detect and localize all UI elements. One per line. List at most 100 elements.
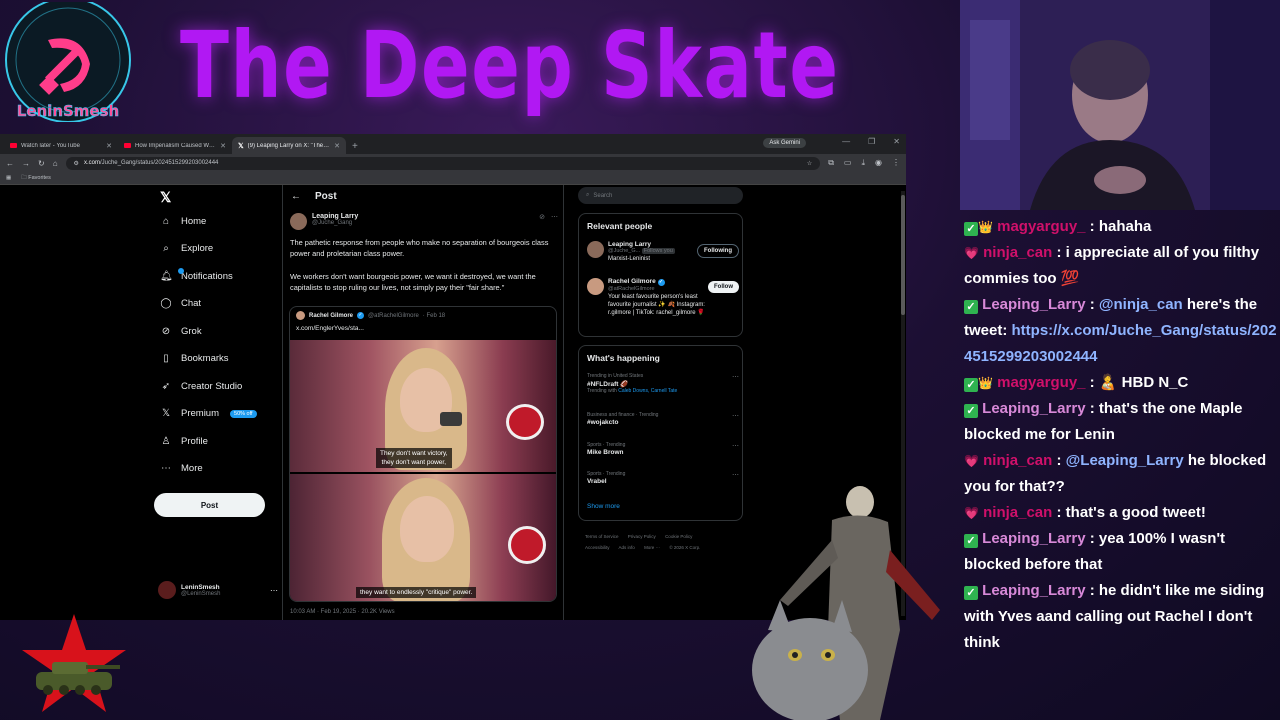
- nav-label: More: [181, 463, 203, 474]
- bell-icon: 🔔︎: [160, 268, 184, 282]
- author-name[interactable]: Leaping Larry: [312, 213, 358, 220]
- notification-dot: [178, 268, 184, 274]
- trend-item[interactable]: Trending in United States #NFLDraft 🏈 Tr…: [587, 373, 739, 394]
- author-handle[interactable]: @Juche_Gang: [312, 220, 358, 226]
- nav-premium[interactable]: 𝕏 Premium 50% off: [160, 408, 257, 419]
- quoted-tweet[interactable]: Rachel Gilmore ✓ @atRachelGilmore · Feb …: [289, 306, 557, 602]
- sidebar-icon[interactable]: ▭: [844, 158, 852, 168]
- scrollbar-thumb[interactable]: [901, 195, 905, 315]
- show-more-link[interactable]: Show more: [587, 503, 620, 510]
- lips-pillow: [508, 526, 546, 564]
- tab-imperialism-video[interactable]: How Imperialism Caused World... ✕: [118, 137, 232, 154]
- nav-home[interactable]: ⌂ Home: [160, 216, 206, 227]
- trend-item[interactable]: Sports · Trending Vrabel ⋯: [587, 471, 739, 485]
- more-icon[interactable]: ⋯: [732, 373, 739, 381]
- trend-title: #NFLDraft 🏈: [587, 381, 629, 388]
- star-icon[interactable]: ☆: [807, 160, 812, 167]
- chat-username[interactable]: Leaping_Larry: [982, 400, 1085, 417]
- quote-video-frame-2[interactable]: they want to endlessly "critique" power.: [290, 474, 556, 601]
- restore-icon[interactable]: ❐: [868, 137, 875, 146]
- chat-text: :: [1089, 296, 1099, 313]
- chat-username[interactable]: ninja_can: [983, 452, 1052, 469]
- lenin-and-cat-cutout: [752, 486, 940, 720]
- profile-icon[interactable]: ◉: [875, 158, 882, 168]
- footer-link[interactable]: Accessibility: [585, 545, 610, 550]
- footer-link[interactable]: Privacy Policy: [628, 534, 656, 539]
- minimize-icon[interactable]: —: [842, 137, 850, 146]
- heart-badge-icon: 💗: [964, 246, 979, 260]
- back-icon[interactable]: ←: [6, 159, 14, 168]
- nav-explore[interactable]: ⌕ Explore: [160, 243, 213, 254]
- trend-sub-link[interactable]: Caleb Downs, Carnell Tate: [618, 388, 677, 394]
- back-arrow-icon[interactable]: ←: [291, 191, 301, 202]
- nav-bookmarks[interactable]: ▯ Bookmarks: [160, 353, 228, 364]
- address-bar[interactable]: ⚙ x.com/Juche_Gang/status/20245152992030…: [65, 156, 821, 170]
- menu-icon[interactable]: ⋮: [892, 158, 900, 168]
- nav-grok[interactable]: ⊘ Grok: [160, 326, 202, 337]
- tab-x-post[interactable]: 𝕏 (9) Leaping Larry on X: "The pa... ✕: [232, 137, 346, 154]
- footer-link[interactable]: Terms of Service: [585, 534, 619, 539]
- bookmark-folder-favorites[interactable]: 🗀 Favorites: [21, 174, 51, 183]
- chat-username[interactable]: Leaping_Larry: [982, 582, 1085, 599]
- more-icon[interactable]: ⋯: [551, 213, 558, 221]
- new-tab-button[interactable]: +: [346, 141, 364, 154]
- caption-line: they don't want power,: [381, 459, 447, 466]
- x-logo-icon[interactable]: 𝕏: [160, 189, 171, 206]
- person-card[interactable]: Rachel Gilmore ✓ @atRachelGilmore Your l…: [587, 278, 739, 317]
- close-icon[interactable]: ✕: [220, 142, 226, 150]
- person-card[interactable]: Leaping Larry @Juche_G... Follows you Ma…: [587, 241, 739, 263]
- chat-mention[interactable]: @Leaping_Larry: [1066, 452, 1184, 469]
- chat-username[interactable]: Leaping_Larry: [982, 530, 1085, 547]
- grok-icon[interactable]: ⊘: [539, 213, 545, 221]
- bookmark-icon: ▯: [163, 353, 169, 364]
- nav-notifications[interactable]: 🔔︎ Notifications: [160, 268, 233, 282]
- tweet-timestamp[interactable]: 10:03 AM · Feb 19, 2025 · 20.2K Views: [290, 609, 395, 615]
- close-window-icon[interactable]: ✕: [893, 137, 900, 146]
- chat-username[interactable]: ninja_can: [983, 244, 1052, 261]
- more-icon[interactable]: ⋯: [270, 586, 278, 595]
- chat-username[interactable]: magyarguy_: [997, 374, 1085, 391]
- chat-username[interactable]: ninja_can: [983, 504, 1052, 521]
- tab-watch-later[interactable]: Watch later - YouTube ✕: [4, 137, 118, 154]
- nav-creator-studio[interactable]: ➶ Creator Studio: [160, 381, 242, 392]
- forward-icon[interactable]: →: [22, 159, 30, 168]
- chat-mention[interactable]: @ninja_can: [1099, 296, 1183, 313]
- download-icon[interactable]: ⤓: [861, 158, 865, 168]
- panel-title: What's happening: [587, 353, 660, 363]
- chat-username[interactable]: Leaping_Larry: [982, 296, 1085, 313]
- footer-link[interactable]: Ads info: [619, 545, 635, 550]
- more-icon[interactable]: ⋯: [732, 442, 739, 450]
- more-icon[interactable]: ⋯: [732, 412, 739, 420]
- close-icon[interactable]: ✕: [334, 142, 340, 150]
- avatar[interactable]: [290, 213, 307, 230]
- reload-icon[interactable]: ↻: [38, 159, 45, 168]
- nav-more[interactable]: ⋯ More: [160, 463, 203, 474]
- trend-context: Trending in United States: [587, 373, 644, 379]
- nav-profile[interactable]: ♙ Profile: [160, 436, 208, 447]
- search-input[interactable]: ⌕ Search: [578, 187, 743, 204]
- trend-item[interactable]: Sports · Trending Mike Brown ⋯: [587, 442, 739, 456]
- chat-link[interactable]: https://x.com/Juche_Gang/status/20245152…: [964, 322, 1277, 365]
- extensions-icon[interactable]: ⧉: [828, 158, 834, 168]
- ask-gemini-button[interactable]: Ask Gemini: [763, 138, 806, 148]
- more-icon[interactable]: ⋯: [732, 471, 739, 479]
- following-button[interactable]: Following: [697, 244, 739, 258]
- post-column: ← Post Leaping Larry @Juche_Gang ⊘ ⋯ The…: [282, 185, 564, 620]
- post-button[interactable]: Post: [154, 493, 265, 517]
- apps-icon[interactable]: ▦: [6, 175, 11, 181]
- home-icon[interactable]: ⌂: [53, 159, 58, 168]
- quote-video-frame-1[interactable]: They don't want victory, they don't want …: [290, 340, 556, 472]
- footer-link[interactable]: Cookie Policy: [665, 534, 692, 539]
- relevant-people-panel: Relevant people Leaping Larry @Juche_G..…: [578, 213, 743, 337]
- follow-button[interactable]: Follow: [708, 281, 739, 293]
- account-switcher[interactable]: LeninSmesh @LeninSmesh ⋯: [158, 581, 278, 599]
- trend-item[interactable]: Business and finance · Trending #wojakct…: [587, 412, 739, 426]
- chat-message: ✓ 👑 magyarguy_ : 🧑‍🍼 HBD N_C: [964, 370, 1278, 396]
- close-icon[interactable]: ✕: [106, 142, 112, 150]
- footer-link[interactable]: More ···: [644, 545, 660, 550]
- nav-chat[interactable]: ◯ Chat: [160, 298, 201, 309]
- trend-context: Sports · Trending: [587, 442, 626, 448]
- chat-username[interactable]: magyarguy_: [997, 218, 1085, 235]
- site-info-icon[interactable]: ⚙: [74, 160, 79, 167]
- lips-pillow: [506, 404, 544, 440]
